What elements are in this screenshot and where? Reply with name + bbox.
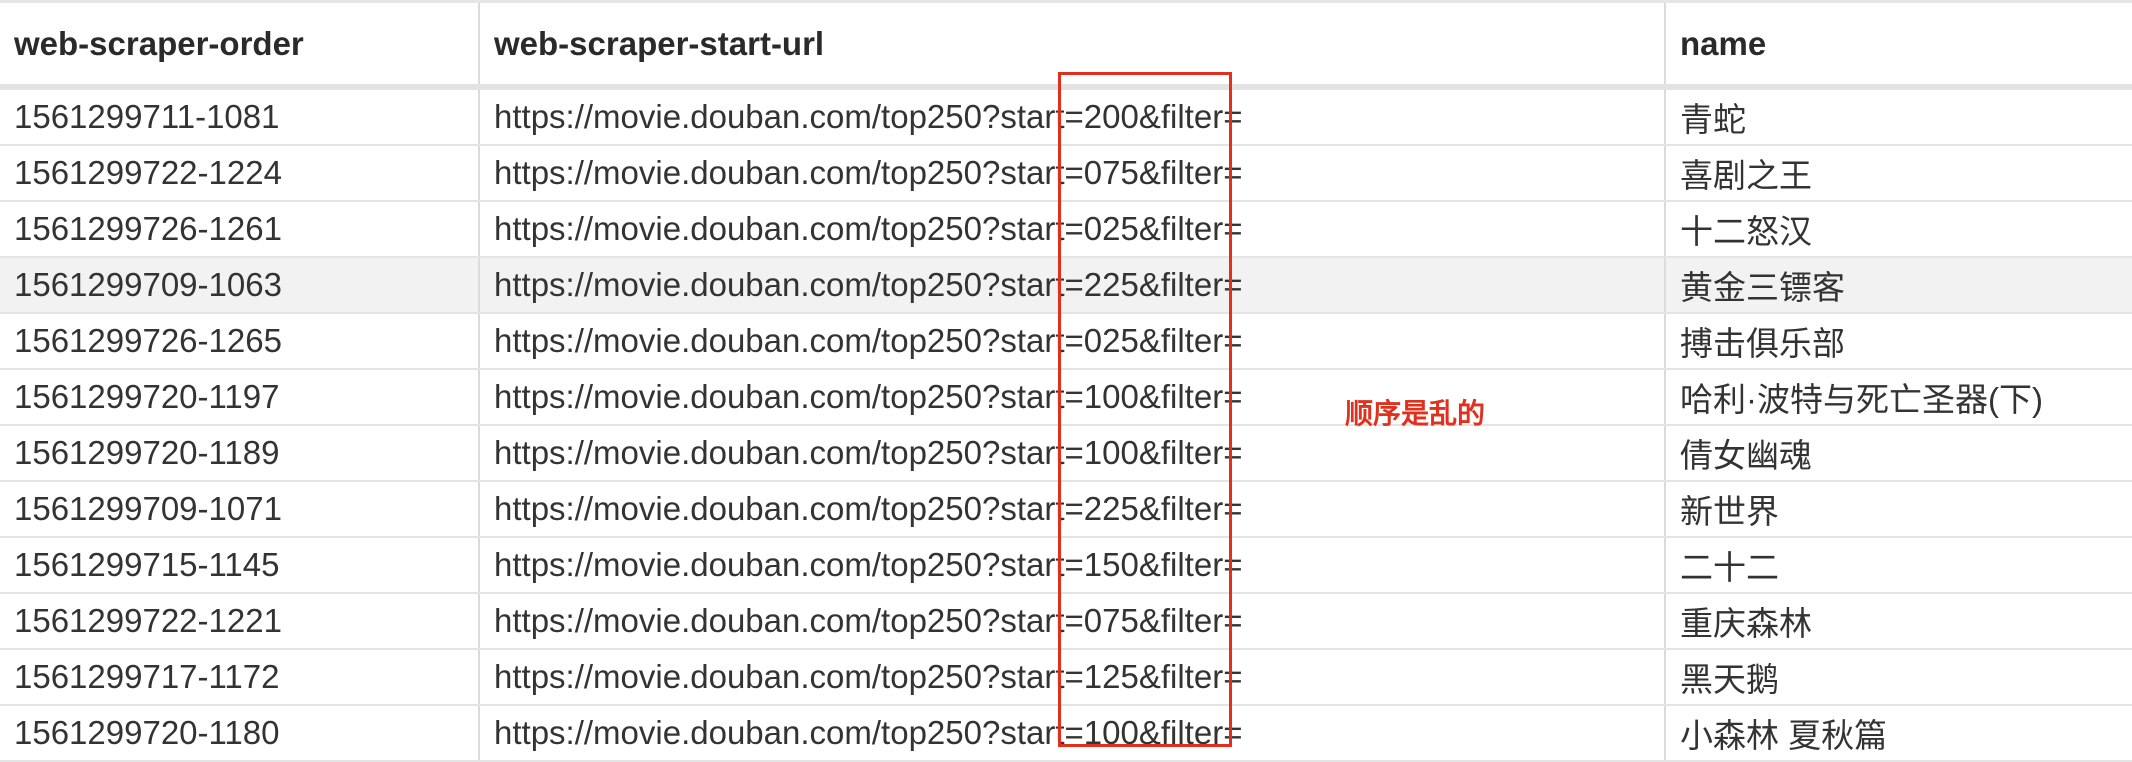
cell-name: 二十二 <box>1665 537 2132 594</box>
data-table-container: web-scraper-order web-scraper-start-url … <box>0 0 2132 762</box>
cell-order: 1561299722-1224 <box>0 145 480 202</box>
cell-start-url: https://movie.douban.com/top250?start=20… <box>479 87 1666 146</box>
column-header-name[interactable]: name <box>1665 0 2132 90</box>
table-row[interactable]: 1561299720-1197 https://movie.douban.com/… <box>0 369 2132 426</box>
cell-start-url: https://movie.douban.com/top250?start=15… <box>479 537 1666 594</box>
annotation-note: 顺序是乱的 <box>1345 397 1486 430</box>
table-row[interactable]: 1561299715-1145 https://movie.douban.com/… <box>0 537 2132 594</box>
cell-name: 搏击俱乐部 <box>1665 313 2132 370</box>
cell-order: 1561299711-1081 <box>0 87 480 146</box>
cell-start-url: https://movie.douban.com/top250?start=02… <box>479 313 1666 370</box>
cell-start-url: https://movie.douban.com/top250?start=10… <box>479 425 1666 482</box>
cell-order: 1561299717-1172 <box>0 649 480 706</box>
cell-start-url: https://movie.douban.com/top250?start=22… <box>479 257 1666 314</box>
cell-name: 哈利·波特与死亡圣器(下) <box>1665 369 2132 426</box>
cell-name: 倩女幽魂 <box>1665 425 2132 482</box>
cell-start-url: https://movie.douban.com/top250?start=10… <box>479 369 1666 426</box>
cell-start-url: https://movie.douban.com/top250?start=12… <box>479 649 1666 706</box>
table-row[interactable]: 1561299726-1265 https://movie.douban.com/… <box>0 313 2132 370</box>
cell-name: 青蛇 <box>1665 87 2132 146</box>
table-row[interactable]: 1561299722-1224 https://movie.douban.com/… <box>0 145 2132 202</box>
cell-order: 1561299709-1063 <box>0 257 480 314</box>
cell-order: 1561299720-1189 <box>0 425 480 482</box>
table-row[interactable]: 1561299720-1180 https://movie.douban.com/… <box>0 705 2132 762</box>
table-row[interactable]: 1561299720-1189 https://movie.douban.com/… <box>0 425 2132 482</box>
table-row[interactable]: 1561299709-1071 https://movie.douban.com/… <box>0 481 2132 538</box>
cell-order: 1561299709-1071 <box>0 481 480 538</box>
cell-order: 1561299720-1197 <box>0 369 480 426</box>
table-row[interactable]: 1561299717-1172 https://movie.douban.com/… <box>0 649 2132 706</box>
cell-order: 1561299720-1180 <box>0 705 480 762</box>
cell-order: 1561299715-1145 <box>0 537 480 594</box>
table-row[interactable]: 1561299722-1221 https://movie.douban.com/… <box>0 593 2132 650</box>
cell-order: 1561299726-1261 <box>0 201 480 258</box>
table-row[interactable]: 1561299711-1081 https://movie.douban.com/… <box>0 87 2132 146</box>
table-row[interactable]: 1561299726-1261 https://movie.douban.com/… <box>0 201 2132 258</box>
table-row[interactable]: 1561299709-1063 https://movie.douban.com/… <box>0 257 2132 314</box>
cell-order: 1561299722-1221 <box>0 593 480 650</box>
table-body: 1561299711-1081 https://movie.douban.com/… <box>0 87 2132 762</box>
cell-start-url: https://movie.douban.com/top250?start=10… <box>479 705 1666 762</box>
cell-order: 1561299726-1265 <box>0 313 480 370</box>
cell-start-url: https://movie.douban.com/top250?start=07… <box>479 593 1666 650</box>
header-row: web-scraper-order web-scraper-start-url … <box>0 0 2132 90</box>
cell-name: 十二怒汉 <box>1665 201 2132 258</box>
cell-start-url: https://movie.douban.com/top250?start=07… <box>479 145 1666 202</box>
cell-name: 喜剧之王 <box>1665 145 2132 202</box>
cell-start-url: https://movie.douban.com/top250?start=22… <box>479 481 1666 538</box>
cell-name: 重庆森林 <box>1665 593 2132 650</box>
data-table: web-scraper-order web-scraper-start-url … <box>0 0 2132 762</box>
cell-name: 新世界 <box>1665 481 2132 538</box>
cell-name: 小森林 夏秋篇 <box>1665 705 2132 762</box>
cell-name: 黄金三镖客 <box>1665 257 2132 314</box>
cell-name: 黑天鹅 <box>1665 649 2132 706</box>
cell-start-url: https://movie.douban.com/top250?start=02… <box>479 201 1666 258</box>
column-header-order[interactable]: web-scraper-order <box>0 0 480 90</box>
column-header-start-url[interactable]: web-scraper-start-url <box>479 0 1666 90</box>
